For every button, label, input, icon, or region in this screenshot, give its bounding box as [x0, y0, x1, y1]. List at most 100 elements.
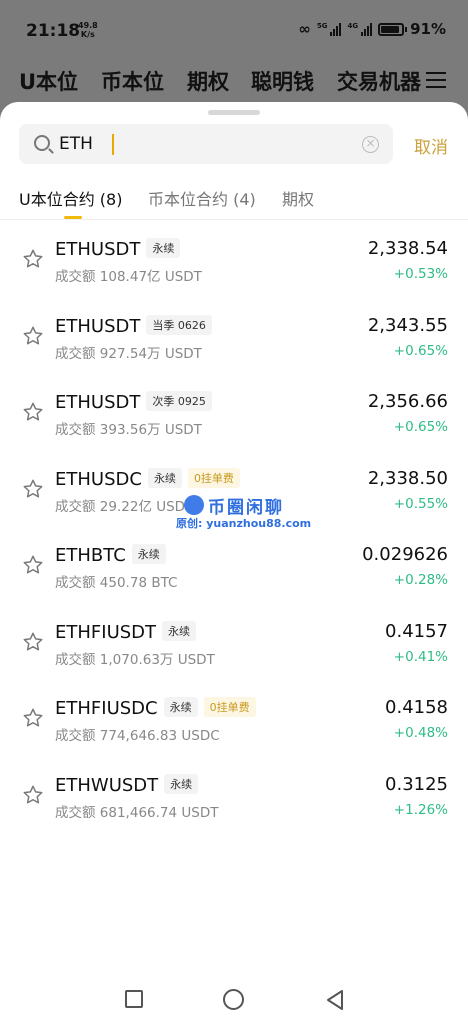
contract-row[interactable]: ETHBTC 永续成交额 450.78 BTC 0.029626 +0.28% — [0, 526, 468, 603]
system-nav-bar — [0, 968, 468, 1024]
cancel-button[interactable]: 取消 — [414, 133, 448, 158]
tab-coin-futures[interactable]: 币本位合约 (4) — [148, 186, 256, 210]
search-icon — [34, 135, 50, 151]
last-price: 0.4158 — [385, 697, 448, 718]
category-tabs: U本位合约 (8) 币本位合约 (4) 期权 — [0, 182, 468, 220]
star-icon[interactable] — [22, 325, 44, 347]
status-icons: ∞ 5G 4G 91% — [298, 20, 446, 38]
contract-symbol: ETHUSDC — [55, 468, 142, 490]
star-icon[interactable] — [22, 401, 44, 423]
trading-volume: 成交额 450.78 BTC — [55, 575, 178, 591]
background-market-tabs: U本位 币本位 期权 聪明钱 交易机器 — [0, 62, 468, 102]
last-price: 0.3125 — [385, 773, 448, 795]
contract-type-tag: 永续 — [131, 544, 166, 564]
contract-type-tag: 永续 — [146, 238, 181, 258]
contract-row[interactable]: ETHUSDT 次季 0925 成交额 393.56万 USDT 2,356.66 +0… — [0, 373, 468, 450]
last-price: 2,338.54 — [367, 238, 448, 259]
star-icon[interactable] — [22, 554, 44, 576]
contract-type-tag: 当季 0626 — [146, 314, 212, 335]
status-time: 21:18 — [26, 21, 81, 41]
star-icon[interactable] — [22, 707, 44, 729]
text-cursor — [112, 134, 114, 155]
tab-options[interactable]: 期权 — [282, 186, 314, 210]
tab-usdt-futures[interactable]: U本位合约 (8) — [19, 186, 122, 210]
contract-symbol-line: ETHUSDC 永续 0挂单费 — [55, 467, 240, 490]
watermark-logo-icon — [184, 495, 204, 515]
contract-symbol-line: ETHFIUSDC 永续 0挂单费 — [55, 697, 256, 719]
network-speed-value: 49.8 — [78, 21, 98, 30]
trading-volume: 成交额 108.47亿 USDT — [55, 269, 202, 285]
clear-icon[interactable]: × — [362, 136, 379, 153]
watermark-subtitle: 原创: yuanzhou88.com — [176, 517, 312, 530]
bg-tab-smart-money: 聪明钱 — [251, 70, 314, 94]
contract-symbol: ETHUSDT — [55, 392, 141, 413]
last-price: 0.029626 — [362, 544, 448, 565]
price-change: +0.48% — [393, 725, 448, 741]
bg-tab-bots: 交易机器 — [337, 70, 421, 94]
sheet-drag-handle[interactable] — [208, 110, 260, 115]
contract-symbol-line: ETHBTC 永续 — [55, 544, 166, 566]
contract-row[interactable]: ETHFIUSDT 永续成交额 1,070.63万 USDT 0.4157 +0.41… — [0, 603, 468, 680]
watermark: 币圈闲聊 原创: yuanzhou88.com — [176, 493, 316, 531]
contract-type-tag: 永续 — [164, 773, 199, 794]
contract-symbol: ETHWUSDT — [55, 774, 159, 796]
contract-symbol: ETHUSDT — [55, 315, 141, 337]
signal-4g-icon: 4G — [347, 22, 373, 36]
contract-row[interactable]: ETHWUSDT 永续成交额 681,466.74 USDT 0.3125 +1.26… — [0, 756, 468, 833]
contract-type-tag: 永续 — [162, 620, 197, 641]
trading-volume: 成交额 393.56万 USDT — [55, 422, 202, 438]
network-speed-unit: K/s — [80, 30, 95, 39]
signal-5g-icon: 5G — [317, 22, 342, 36]
search-box[interactable]: × — [19, 124, 393, 164]
status-bar: 21:18 49.8 K/s ∞ 5G 4G 91% — [0, 0, 468, 62]
price-change: +0.55% — [393, 495, 448, 512]
back-button[interactable] — [324, 989, 346, 1011]
hotspot-icon: ∞ — [298, 20, 311, 38]
contract-row[interactable]: ETHUSDT 当季 0626 成交额 927.54万 USDT 2,343.55 +0… — [0, 297, 468, 374]
home-button[interactable] — [223, 989, 244, 1010]
trading-volume: 成交额 1,070.63万 USDT — [55, 651, 215, 668]
star-icon[interactable] — [22, 784, 44, 806]
contract-row[interactable]: ETHFIUSDC 永续 0挂单费成交额 774,646.83 USDC 0.4158… — [0, 679, 468, 756]
star-icon[interactable] — [22, 478, 44, 500]
last-price: 0.4157 — [385, 620, 448, 642]
star-icon[interactable] — [22, 248, 44, 270]
price-change: +0.28% — [393, 572, 448, 588]
signal-5g-label: 5G — [316, 22, 328, 30]
price-change: +0.41% — [393, 648, 448, 665]
price-change: +0.65% — [393, 419, 448, 435]
maker-fee-badge: 0挂单费 — [203, 697, 256, 717]
contract-symbol-line: ETHUSDT 当季 0626 — [55, 314, 212, 337]
active-tab-indicator — [64, 216, 82, 219]
contract-symbol: ETHBTC — [55, 545, 126, 566]
contract-symbol-line: ETHUSDT 次季 0925 — [55, 391, 212, 413]
contract-symbol-line: ETHFIUSDT 永续 — [55, 620, 197, 643]
price-change: +1.26% — [393, 801, 448, 818]
maker-fee-badge: 0挂单费 — [187, 467, 240, 488]
search-input[interactable] — [59, 124, 329, 164]
contract-symbol-line: ETHUSDT 永续 — [55, 238, 181, 260]
contract-symbol: ETHUSDT — [55, 239, 141, 260]
price-change: +0.65% — [393, 342, 448, 359]
star-icon[interactable] — [22, 631, 44, 653]
search-sheet: × 取消 U本位合约 (8) 币本位合约 (4) 期权 ETHUSDT永续成交额… — [0, 102, 468, 1024]
last-price: 2,338.50 — [367, 467, 448, 489]
menu-icon — [426, 72, 446, 90]
last-price: 2,343.55 — [367, 314, 448, 336]
contract-symbol: ETHFIUSDT — [55, 621, 157, 643]
trading-volume: 成交额 927.54万 USDT — [55, 345, 202, 362]
contract-type-tag: 永续 — [147, 467, 182, 488]
signal-4g-label: 4G — [347, 22, 359, 30]
contract-row[interactable]: ETHUSDT 永续成交额 108.47亿 USDT 2,338.54 +0.53% — [0, 220, 468, 297]
contract-type-tag: 永续 — [163, 697, 198, 717]
trading-volume: 成交额 774,646.83 USDC — [55, 728, 220, 744]
trading-volume: 成交额 681,466.74 USDT — [55, 804, 219, 821]
bg-tab-u: U本位 — [19, 70, 79, 94]
battery-percent: 91% — [410, 20, 446, 38]
bg-tab-coin: 币本位 — [101, 70, 164, 94]
recents-button[interactable] — [125, 990, 143, 1008]
network-speed: 49.8 K/s — [78, 21, 98, 39]
contract-type-tag: 次季 0925 — [146, 391, 212, 411]
price-change: +0.53% — [393, 266, 448, 282]
bg-tab-options: 期权 — [187, 70, 229, 94]
